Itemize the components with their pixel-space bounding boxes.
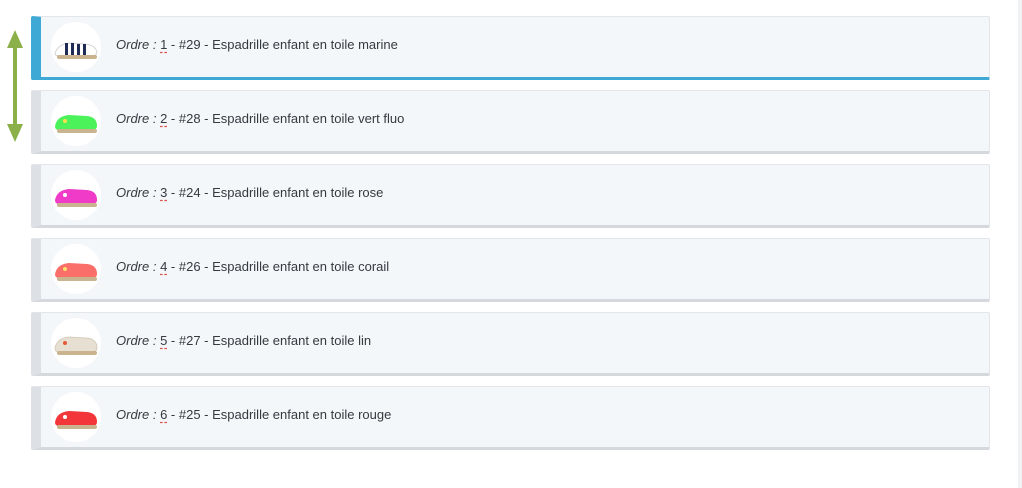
espadrille-lin-icon: [54, 336, 98, 355]
product-name: - #29 - Espadrille enfant en toile marin…: [167, 37, 398, 52]
product-thumbnail: [51, 170, 101, 220]
order-prefix: Ordre :: [116, 333, 161, 348]
order-prefix: Ordre :: [116, 37, 161, 52]
order-prefix: Ordre :: [116, 111, 161, 126]
product-name: - #26 - Espadrille enfant en toile corai…: [167, 259, 390, 274]
item-label: Ordre : 6 - #25 - Espadrille enfant en t…: [116, 407, 391, 423]
order-prefix: Ordre :: [116, 185, 161, 200]
list-item[interactable]: Ordre : 5 - #27 - Espadrille enfant en t…: [31, 312, 990, 376]
espadrille-rouge-icon: [55, 411, 97, 429]
espadrille-vert-fluo-icon: [55, 115, 97, 133]
item-label: Ordre : 3 - #24 - Espadrille enfant en t…: [116, 185, 383, 201]
item-label: Ordre : 2 - #28 - Espadrille enfant en t…: [116, 111, 404, 127]
list-item[interactable]: Ordre : 4 - #26 - Espadrille enfant en t…: [31, 238, 990, 302]
item-label: Ordre : 1 - #29 - Espadrille enfant en t…: [116, 37, 398, 53]
espadrille-corail-icon: [55, 263, 97, 281]
sortable-product-list: Ordre : 1 - #29 - Espadrille enfant en t…: [31, 16, 990, 460]
product-thumbnail: [51, 318, 101, 368]
espadrille-marine-icon: [54, 42, 98, 59]
list-item[interactable]: Ordre : 1 - #29 - Espadrille enfant en t…: [31, 16, 990, 80]
list-item[interactable]: Ordre : 3 - #24 - Espadrille enfant en t…: [31, 164, 990, 228]
scrollbar-track[interactable]: [1018, 0, 1022, 488]
product-thumbnail: [51, 22, 101, 72]
list-item[interactable]: Ordre : 6 - #25 - Espadrille enfant en t…: [31, 386, 990, 450]
product-name: - #27 - Espadrille enfant en toile lin: [167, 333, 372, 348]
espadrille-rose-icon: [55, 189, 97, 207]
order-prefix: Ordre :: [116, 407, 161, 422]
product-name: - #25 - Espadrille enfant en toile rouge: [167, 407, 392, 422]
order-prefix: Ordre :: [116, 259, 161, 274]
product-thumbnail: [51, 244, 101, 294]
product-thumbnail: [51, 392, 101, 442]
product-thumbnail: [51, 96, 101, 146]
list-item[interactable]: Ordre : 2 - #28 - Espadrille enfant en t…: [31, 90, 990, 154]
item-label: Ordre : 4 - #26 - Espadrille enfant en t…: [116, 259, 389, 275]
product-name: - #28 - Espadrille enfant en toile vert …: [167, 111, 405, 126]
item-label: Ordre : 5 - #27 - Espadrille enfant en t…: [116, 333, 371, 349]
drag-reorder-arrow-icon: [7, 30, 23, 142]
product-name: - #24 - Espadrille enfant en toile rose: [167, 185, 384, 200]
sortable-list-page: Ordre : 1 - #29 - Espadrille enfant en t…: [0, 0, 1022, 488]
